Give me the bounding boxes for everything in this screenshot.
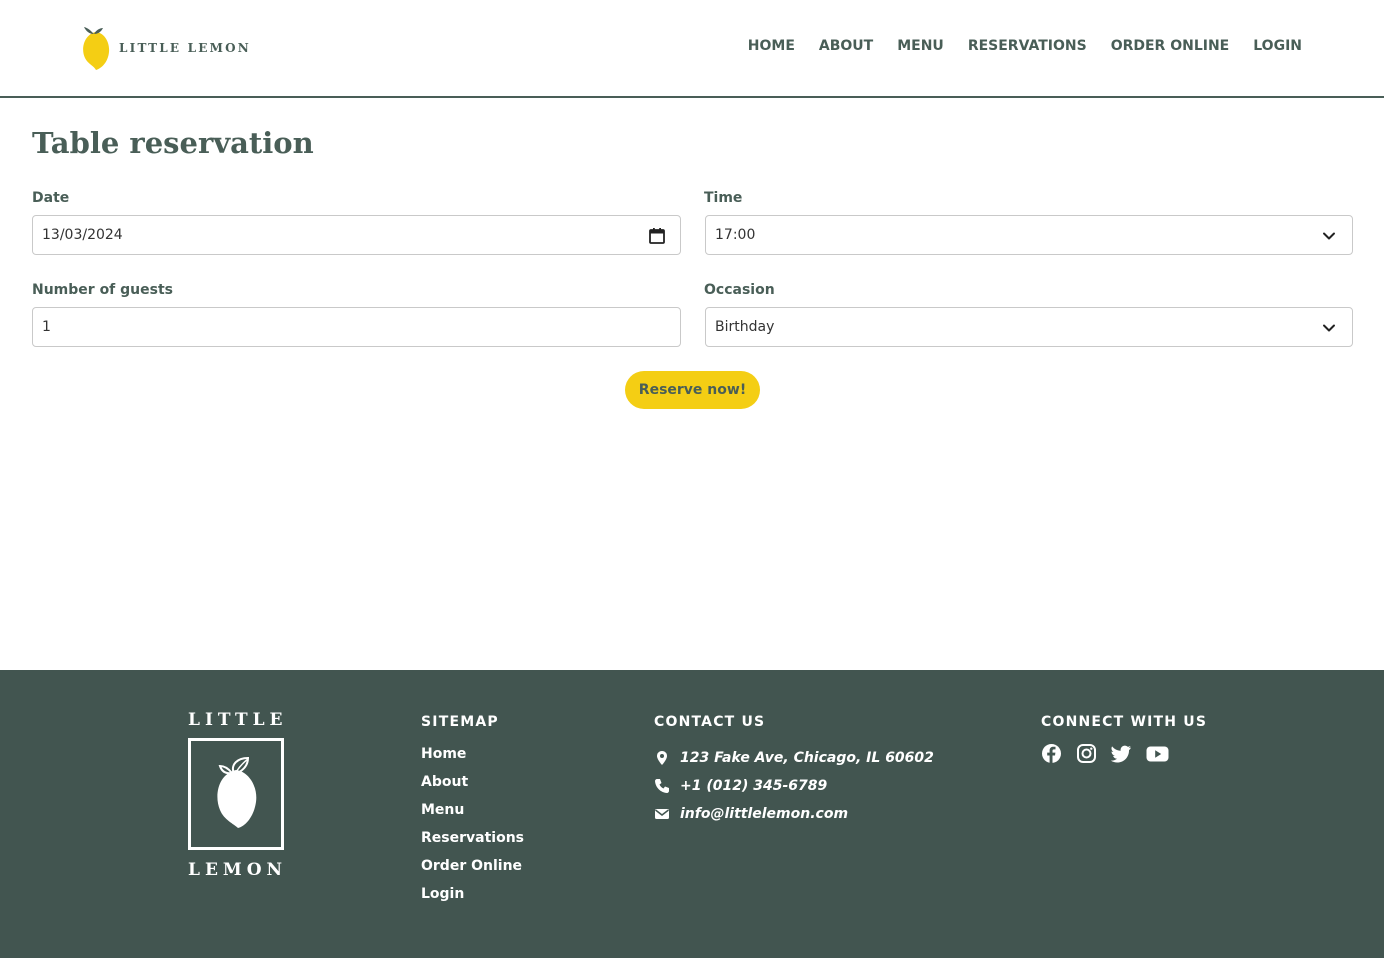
reserve-button[interactable]: Reserve now!: [625, 371, 760, 409]
footer-logo[interactable]: LITTLE LEMON: [188, 710, 285, 880]
guests-label: Number of guests: [32, 282, 173, 298]
time-label: Time: [704, 190, 743, 206]
nav-order-online[interactable]: ORDER ONLINE: [1111, 38, 1230, 54]
chevron-down-icon: [1323, 324, 1335, 332]
envelope-icon: [655, 809, 669, 819]
chevron-down-icon: [1323, 232, 1335, 240]
lemon-outline-icon: [217, 756, 257, 828]
time-value: 17:00: [715, 227, 756, 243]
contact-heading: CONTACT US: [654, 714, 766, 730]
footer-logo-frame: [188, 738, 284, 850]
calendar-icon[interactable]: [648, 227, 666, 245]
social-heading: CONNECT WITH US: [1041, 714, 1208, 730]
sitemap-heading: SITEMAP: [421, 714, 499, 730]
time-select[interactable]: 17:00: [705, 215, 1353, 255]
occasion-select[interactable]: Birthday: [705, 307, 1353, 347]
twitter-icon[interactable]: [1111, 743, 1132, 764]
date-field[interactable]: 13/03/2024: [32, 215, 681, 255]
facebook-icon[interactable]: [1041, 743, 1062, 764]
brand-name: LITTLE LEMON: [119, 41, 251, 55]
contact-address: 123 Fake Ave, Chicago, IL 60602: [654, 744, 934, 772]
sitemap-about[interactable]: About: [421, 772, 524, 800]
youtube-icon[interactable]: [1146, 743, 1169, 764]
nav-menu[interactable]: MENU: [897, 38, 944, 54]
page-title: Table reservation: [32, 126, 314, 160]
date-label: Date: [32, 190, 70, 206]
lemon-logo-icon: [83, 27, 110, 70]
nav-login[interactable]: LOGIN: [1253, 38, 1302, 54]
occasion-label: Occasion: [704, 282, 775, 298]
main-nav: HOME ABOUT MENU RESERVATIONS ORDER ONLIN…: [724, 38, 1302, 54]
guests-value: 1: [42, 319, 51, 335]
sitemap-list: Home About Menu Reservations Order Onlin…: [421, 744, 524, 912]
nav-about[interactable]: ABOUT: [819, 38, 873, 54]
nav-home[interactable]: HOME: [748, 38, 795, 54]
instagram-icon[interactable]: [1076, 743, 1097, 764]
guests-input[interactable]: 1: [32, 307, 681, 347]
occasion-value: Birthday: [715, 319, 775, 335]
phone-icon: [655, 779, 669, 793]
email-text[interactable]: info@littlelemon.com: [680, 806, 848, 822]
sitemap-home[interactable]: Home: [421, 744, 524, 772]
nav-reservations[interactable]: RESERVATIONS: [968, 38, 1087, 54]
sitemap-menu[interactable]: Menu: [421, 800, 524, 828]
address-text: 123 Fake Ave, Chicago, IL 60602: [680, 750, 934, 766]
contact-phone: +1 (012) 345-6789: [654, 772, 934, 800]
sitemap-reservations[interactable]: Reservations: [421, 828, 524, 856]
social-links: [1041, 743, 1169, 764]
location-pin-icon: [657, 751, 667, 765]
contact-list: 123 Fake Ave, Chicago, IL 60602 +1 (012)…: [654, 744, 934, 828]
sitemap-login[interactable]: Login: [421, 884, 524, 912]
footer-logo-bottom: LEMON: [188, 860, 288, 880]
date-value: 13/03/2024: [42, 227, 123, 243]
brand-logo[interactable]: LITTLE LEMON: [82, 26, 251, 70]
phone-text[interactable]: +1 (012) 345-6789: [680, 778, 827, 794]
site-footer: LITTLE LEMON SITEMAP Home About Menu Res…: [0, 670, 1384, 958]
footer-logo-top: LITTLE: [188, 710, 288, 730]
site-header: LITTLE LEMON HOME ABOUT MENU RESERVATION…: [0, 0, 1384, 98]
sitemap-order-online[interactable]: Order Online: [421, 856, 524, 884]
contact-email: info@littlelemon.com: [654, 800, 934, 828]
